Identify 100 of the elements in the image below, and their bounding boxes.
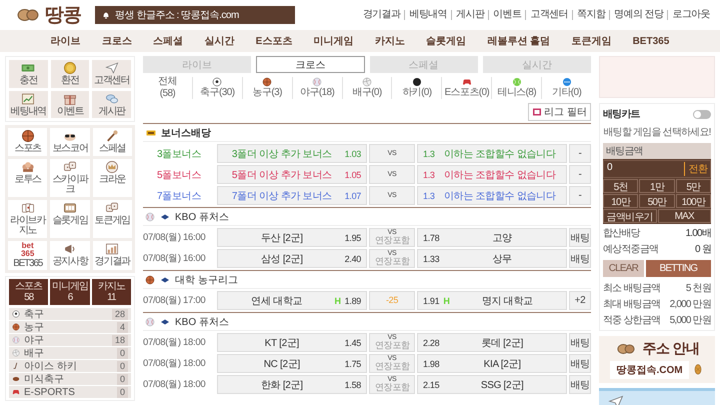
nav-link[interactable]: 토큰게임 [571, 34, 612, 48]
game-tile[interactable]: 크라운 [92, 158, 132, 196]
top-link[interactable]: 베팅내역 [404, 10, 451, 20]
odds-button[interactable]: 1.3 이하는 조합할수 없습니다 [417, 186, 567, 205]
amount-chip[interactable]: 50만 [639, 194, 675, 208]
nav-link[interactable]: 미니게임 [314, 34, 354, 48]
bet-button[interactable]: - [569, 186, 591, 205]
sport-row[interactable]: 아이스 하키 0 [9, 360, 131, 372]
game-tile[interactable]: 토큰게임 [92, 200, 132, 238]
sport-row[interactable]: E-SPORTS 0 [9, 386, 131, 398]
sport-filter[interactable]: 기타(0) [541, 77, 592, 99]
odds-button[interactable]: 1.33 상무 [417, 249, 567, 268]
amount-chip[interactable]: 1만 [639, 179, 675, 193]
odds-button[interactable]: 2.28 롯데 [2군] [417, 333, 567, 352]
address-banner[interactable]: 주소 안내 땅콩접속.COM [599, 336, 715, 383]
sport-filter[interactable]: 하키(0) [391, 77, 442, 99]
bet-button[interactable]: - [569, 144, 591, 163]
odds-button[interactable]: 1.78 고양 [417, 228, 567, 247]
game-tile[interactable]: bet 365 BET365 [8, 240, 48, 270]
top-link[interactable]: 쪽지함 [572, 10, 610, 20]
shortcut-tile[interactable]: 이벤트 [50, 90, 90, 118]
clear-button[interactable]: CLEAR [603, 260, 644, 277]
game-tile[interactable]: 스페셜 [92, 128, 132, 156]
category-tab[interactable]: 카지노 11 [92, 279, 131, 305]
nav-link[interactable]: 슬롯게임 [426, 34, 466, 48]
odds-button[interactable]: 7폴더 이상 추가 보너스 1.07 [217, 186, 367, 205]
game-tile[interactable]: 슬롯게임 [50, 200, 90, 238]
betting-button[interactable]: BETTING [646, 260, 711, 277]
top-link[interactable]: 명예의 전당 [609, 10, 668, 20]
shortcut-tile[interactable]: 환전 [50, 60, 90, 88]
sport-filter[interactable]: 전체 (58) [143, 77, 192, 99]
nav-link[interactable]: E스포츠 [256, 34, 292, 48]
bet-button[interactable]: - [569, 165, 591, 184]
sport-row[interactable]: 야구 18 [9, 334, 131, 346]
max-button[interactable]: MAX [658, 209, 711, 223]
odds-button[interactable]: 연세 대학교 H 1.89 [217, 291, 367, 310]
game-tile[interactable]: 공지사항 [50, 240, 90, 270]
top-link[interactable]: 경기결과 [358, 10, 404, 20]
category-tab[interactable]: 스포츠 58 [9, 279, 48, 305]
bet-button[interactable]: 배팅 [569, 375, 591, 394]
nav-link[interactable]: 크로스 [102, 34, 132, 48]
amount-chip[interactable]: 5만 [676, 179, 711, 193]
bet-button[interactable]: 배팅 [569, 333, 591, 352]
sport-filter[interactable]: 테니스(8) [491, 77, 542, 99]
nav-link[interactable]: 스페셜 [153, 34, 184, 48]
odds-button[interactable]: 두산 [2군] 1.95 [217, 228, 367, 247]
hockey-stick-icon [12, 362, 20, 370]
odds-button[interactable]: 한화 [2군] 1.58 [217, 375, 367, 394]
mode-tab[interactable]: 크로스 [256, 56, 364, 73]
odds-button[interactable]: 삼성 [2군] 2.40 [217, 249, 367, 268]
amount-chip[interactable]: 10만 [603, 194, 638, 208]
odds-button[interactable]: 1.98 KIA [2군] [417, 354, 567, 373]
odds-button[interactable]: 1.3 이하는 조합할수 없습니다 [417, 165, 567, 184]
amount-field[interactable]: 0 전환 [603, 160, 711, 178]
top-link[interactable]: 로그아웃 [667, 10, 714, 20]
amount-chip[interactable]: 5천 [603, 179, 638, 193]
shortcut-tile[interactable]: 충전 [9, 60, 48, 88]
sport-filter[interactable]: 야구(18) [292, 77, 342, 99]
nav-link[interactable]: 라이브 [50, 34, 81, 48]
bet-button[interactable]: 배팅 [569, 354, 591, 373]
game-tile[interactable]: 스포츠 [8, 128, 48, 156]
logo-text[interactable]: 땅콩 [45, 2, 81, 28]
game-tile[interactable]: 스카이파크 [50, 158, 90, 196]
sport-row[interactable]: 미식축구 0 [9, 373, 131, 385]
odds-button[interactable]: KT [2군] 1.45 [217, 333, 367, 352]
cart-toggle[interactable] [693, 110, 711, 118]
odds-button[interactable]: 5폴더 이상 추가 보너스 1.05 [217, 165, 367, 184]
bet-button[interactable]: 배팅 [569, 228, 591, 247]
shortcut-tile[interactable]: 베팅내역 [9, 90, 48, 118]
top-link[interactable]: 게시판 [450, 10, 488, 20]
league-filter-button[interactable]: 리그 필터 [528, 103, 591, 121]
convert-link[interactable]: 전환 [684, 162, 707, 176]
odds-button[interactable]: NC [2군] 1.75 [217, 354, 367, 373]
game-tile[interactable]: 라이브카지노 [8, 200, 48, 238]
top-link[interactable]: 이벤트 [488, 10, 526, 20]
top-link[interactable]: 고객센터 [525, 10, 572, 20]
category-tab[interactable]: 미니게임 6 [50, 279, 90, 305]
clear-amount-button[interactable]: 금액비우기 [603, 209, 656, 223]
sport-filter[interactable]: 농구(3) [242, 77, 292, 99]
shortcut-tile[interactable]: 고객센터 [92, 60, 131, 88]
sport-filter[interactable]: 배구(0) [342, 77, 392, 99]
odds-button[interactable]: 2.15 SSG [2군] [417, 375, 567, 394]
sport-row[interactable]: 축구 28 [9, 308, 131, 320]
game-tile[interactable]: 경기결과 [92, 240, 132, 270]
shortcut-tile[interactable]: 게시판 [92, 90, 131, 118]
sport-filter[interactable]: E스포츠(0) [441, 77, 492, 99]
game-tile[interactable]: 보스코어 [50, 128, 90, 156]
odds-button[interactable]: 1.91 H 명지 대학교 [417, 291, 567, 310]
bet-button[interactable]: +2 [569, 291, 591, 310]
game-tile[interactable]: 로투스 [8, 158, 48, 196]
bet-button[interactable]: 배팅 [569, 249, 591, 268]
sport-row[interactable]: 농구 4 [9, 321, 131, 333]
sport-row[interactable]: 배구 0 [9, 347, 131, 359]
nav-link[interactable]: 레볼루션 홀덤 [487, 34, 550, 48]
amount-chip[interactable]: 100만 [676, 194, 711, 208]
nav-link[interactable]: 실시간 [204, 34, 234, 48]
messenger-banner[interactable] [599, 388, 715, 405]
nav-link[interactable]: BET365 [632, 36, 670, 46]
nav-link[interactable]: 카지노 [374, 34, 405, 48]
sport-filter[interactable]: 축구(30) [192, 77, 242, 99]
